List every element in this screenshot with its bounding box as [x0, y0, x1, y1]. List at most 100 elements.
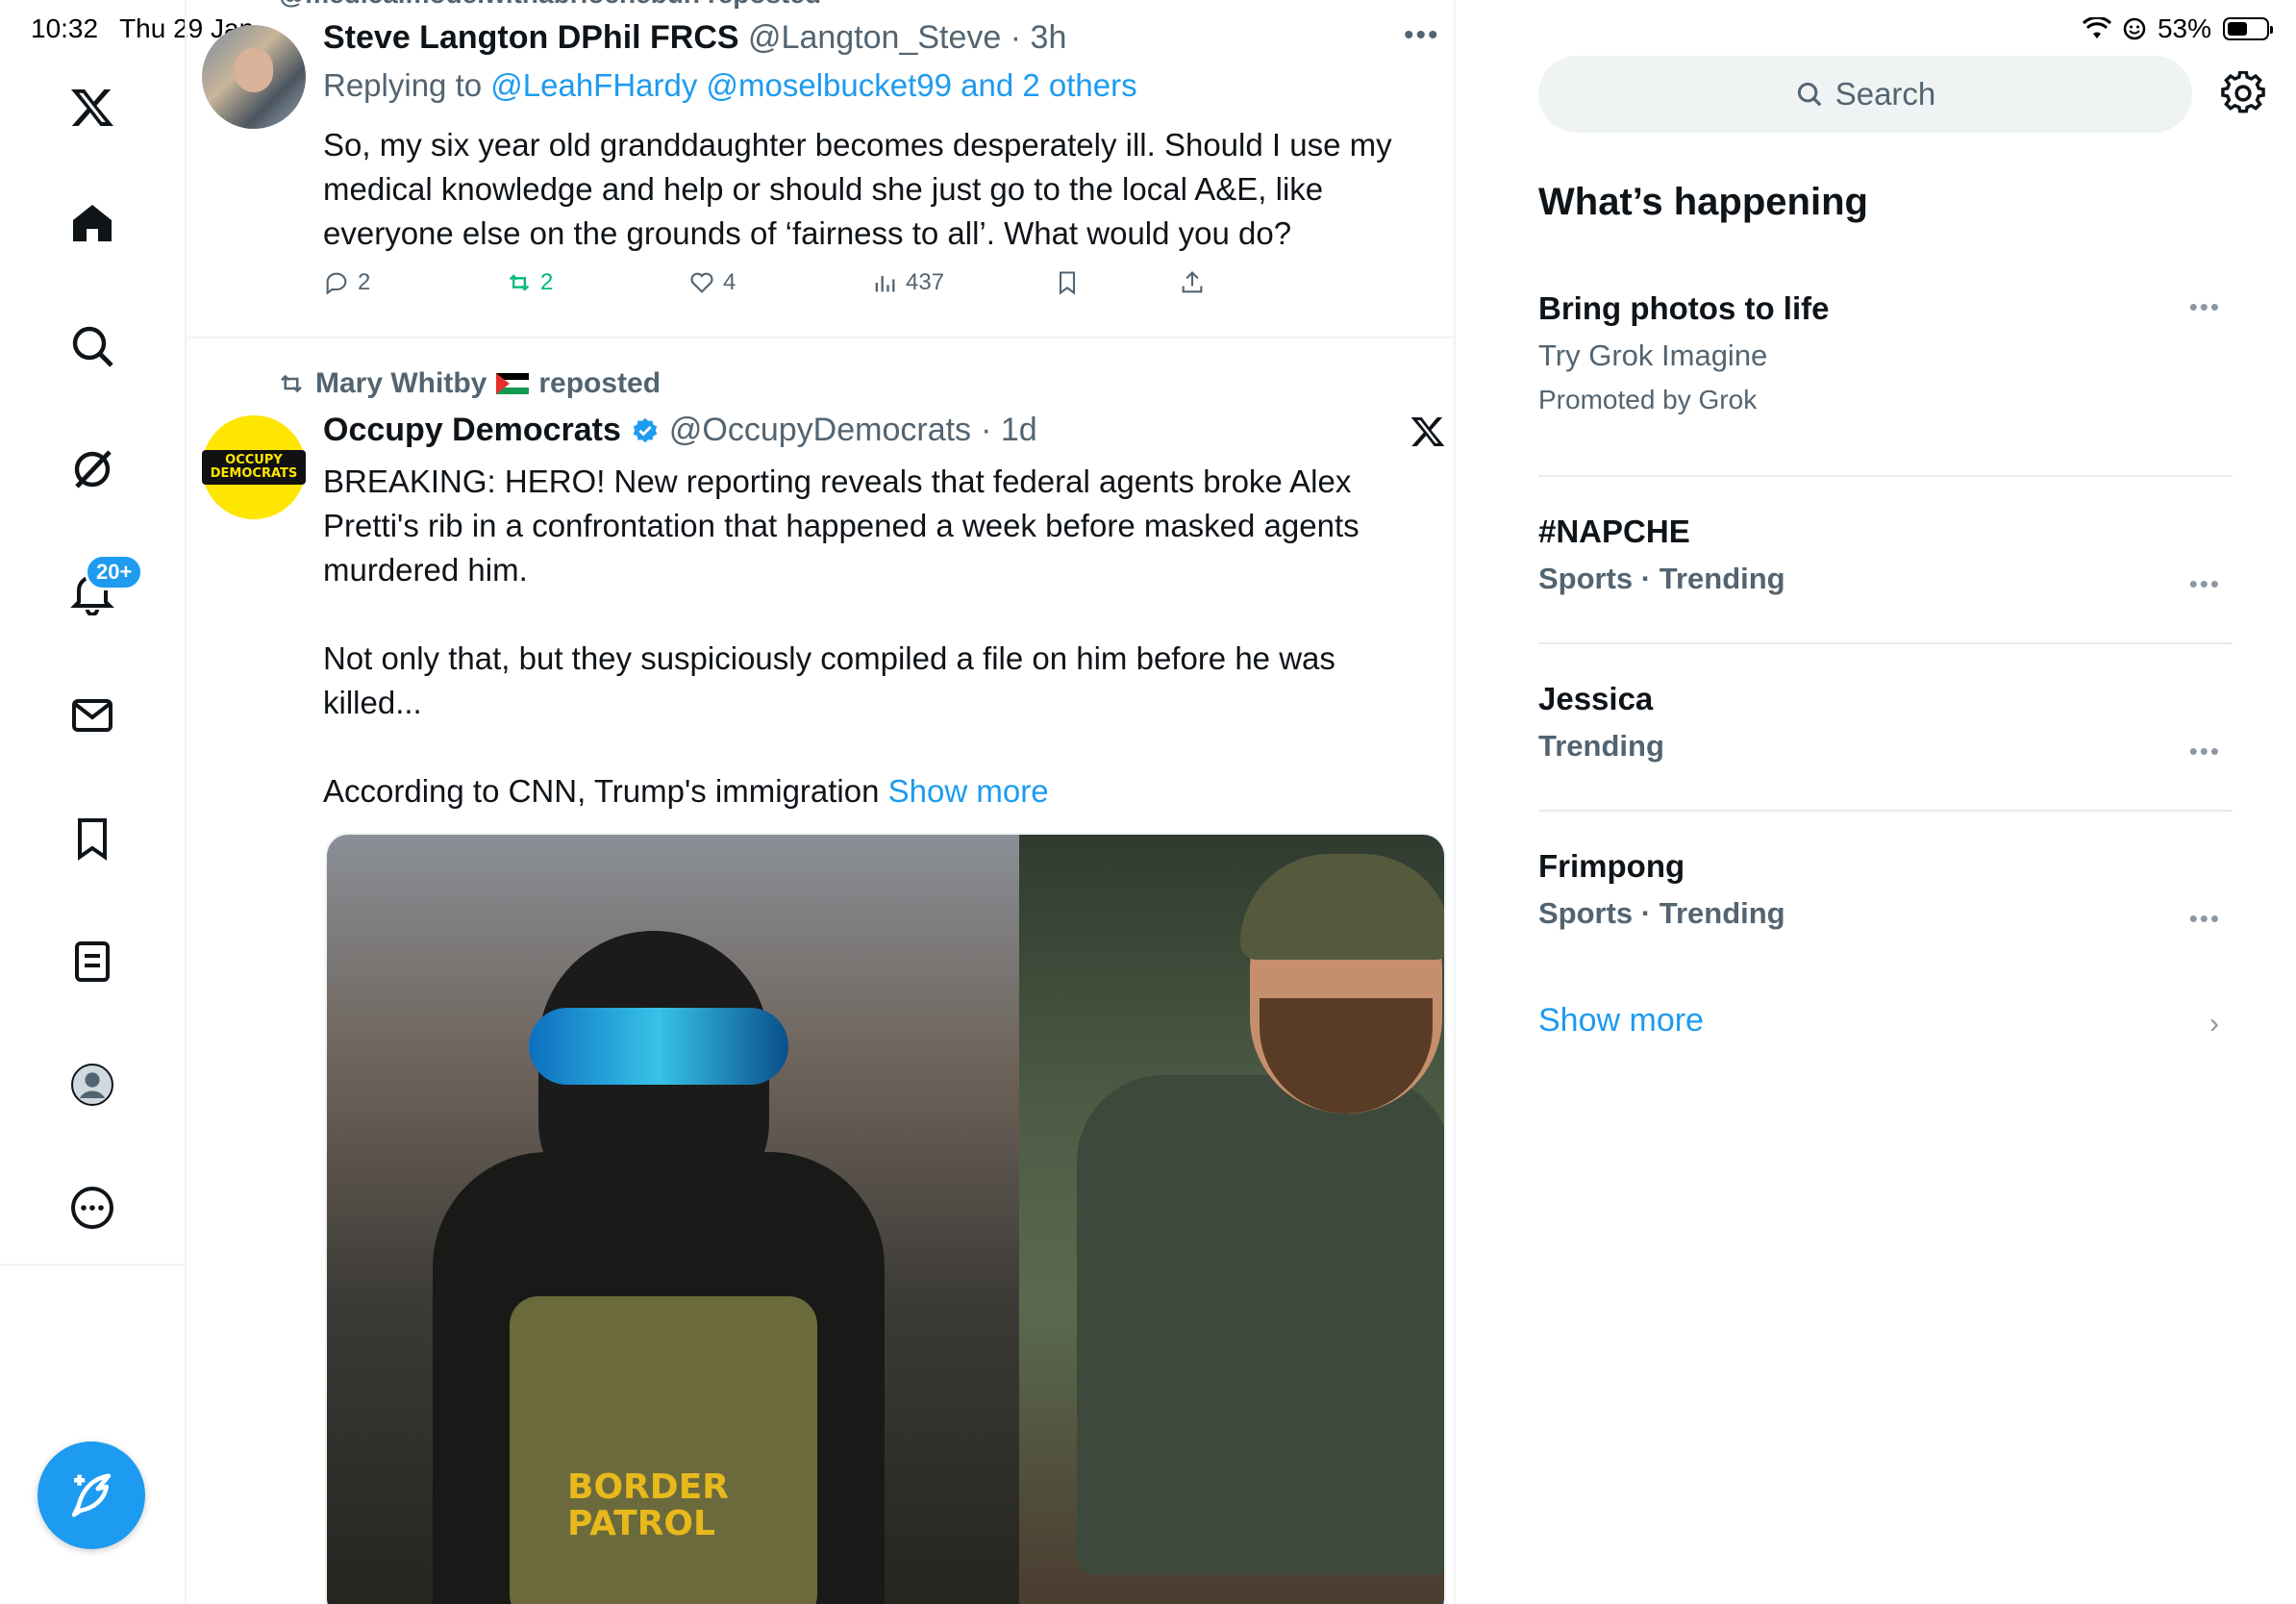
profile-avatar-icon[interactable] [62, 1054, 123, 1115]
views-chart-icon [875, 276, 895, 292]
top-repost-context: @medicalmodelwithabrioche​bun reposted [279, 0, 821, 10]
tweet1-time[interactable]: · 3h [1011, 19, 1067, 56]
wifi-icon [2082, 17, 2111, 38]
tweet2-body: BREAKING: HERO! New reporting reveals th… [323, 464, 1360, 809]
views-button[interactable]: 437 [871, 269, 944, 296]
messages-envelope-icon[interactable] [62, 685, 123, 746]
replying-to-links[interactable]: @LeahFHardy @moselbucket99 and 2 others [490, 67, 1136, 103]
battery-fill [2228, 22, 2248, 36]
like-count: 4 [723, 269, 736, 295]
trend-subtitle: Sports · Trending [1538, 896, 1785, 930]
reply-icon [326, 272, 347, 295]
trend-divider [1538, 642, 2233, 644]
reposted-label: reposted [538, 367, 661, 399]
trend-item-frimpong[interactable]: Frimpong Sports · Trending ••• [1538, 848, 2233, 934]
bookmark-button[interactable] [1054, 269, 1081, 296]
trend-title: Bring photos to life [1538, 290, 1830, 326]
nav-divider [0, 1264, 185, 1266]
trend-title: #NAPCHE [1538, 514, 1690, 549]
tweet2-header: Occupy Democrats @OccupyDemocrats · 1d [323, 412, 1037, 449]
repost-count: 2 [540, 269, 554, 295]
palestine-flag-icon [496, 373, 530, 394]
tweet2-show-more-link[interactable]: Show more [888, 773, 1049, 809]
tweet1-actions: 2 2 4 437 [323, 269, 1246, 308]
agent-goggles [529, 1008, 788, 1085]
bookmark-icon [1059, 271, 1076, 295]
trend-subtitle: Trending [1538, 729, 1664, 763]
trend-promoted-by: Promoted by Grok [1538, 385, 1758, 414]
tweet1-replying-to: Replying to @LeahFHardy @moselbucket99 a… [323, 67, 1137, 104]
trend-more-icon[interactable]: ••• [2189, 292, 2221, 322]
search-input[interactable]: Search [1538, 56, 2192, 133]
tweet2-time[interactable]: · 1d [981, 412, 1037, 449]
replying-prefix: Replying to [323, 67, 491, 103]
repost-button[interactable]: 2 [506, 269, 553, 296]
focus-smile-icon [2123, 17, 2146, 40]
tweet1-more-icon[interactable]: ••• [1404, 19, 1440, 52]
reply-button[interactable]: 2 [323, 269, 370, 296]
like-button[interactable]: 4 [688, 269, 736, 296]
timeline[interactable]: @medicalmodelwithabrioche​bun reposted S… [187, 0, 1456, 1604]
agent-vest [510, 1296, 817, 1604]
compose-post-button[interactable] [37, 1441, 145, 1549]
tweet1-handle[interactable]: @Langton_Steve [748, 19, 1001, 56]
home-icon[interactable] [62, 192, 123, 254]
whats-happening-title: What’s happening [1538, 181, 1868, 223]
x-menu-icon[interactable] [1410, 414, 1446, 450]
tweet2-author-name[interactable]: Occupy Democrats [323, 412, 621, 449]
trend-title: Jessica [1538, 681, 1654, 716]
tweet1-header: Steve Langton DPhil FRCS @Langton_Steve … [323, 19, 1066, 57]
notifications-badge: 20+ [85, 554, 144, 590]
trend-subtitle: Try Grok Imagine [1538, 338, 1768, 372]
trend-subtitle: Sports · Trending [1538, 562, 1785, 595]
tweet2-repost-context: Mary Whitby reposted [277, 367, 661, 400]
trend-more-icon[interactable]: ••• [2189, 904, 2221, 934]
occupy-democrats-logo: OCCUPY DEMOCRATS [202, 450, 306, 485]
left-navigation: 20+ [0, 0, 187, 1604]
tweet1-avatar[interactable] [202, 25, 306, 129]
more-options-icon[interactable] [62, 1177, 123, 1239]
compose-feather-icon [71, 1473, 112, 1517]
settings-gear-icon[interactable] [2221, 71, 2265, 115]
repost-icon [509, 274, 530, 291]
trend-divider [1538, 475, 2233, 477]
trend-title: Frimpong [1538, 848, 1685, 884]
hiker-body [1077, 1075, 1444, 1575]
vest-border-patrol-text: BORDER PATROL [567, 1467, 729, 1543]
trend-item-grok[interactable]: Bring photos to life Try Grok Imagine Pr… [1538, 290, 2233, 415]
views-count: 437 [906, 269, 945, 295]
tweet1-author-name[interactable]: Steve Langton DPhil FRCS [323, 19, 739, 56]
trends-show-more-link[interactable]: Show more [1538, 1002, 1704, 1040]
tweet-divider [187, 337, 1454, 338]
search-icon[interactable] [62, 315, 123, 377]
media-image-hiker[interactable] [1019, 835, 1444, 1604]
share-icon [1182, 271, 1203, 293]
lists-icon[interactable] [62, 931, 123, 992]
trend-divider [1538, 810, 2233, 812]
trend-more-icon[interactable]: ••• [2189, 737, 2221, 766]
heart-icon [690, 272, 713, 293]
tweet1-text: So, my six year old granddaughter become… [323, 127, 1392, 251]
tweet2-text: BREAKING: HERO! New reporting reveals th… [323, 460, 1429, 814]
chevron-right-icon: › [2209, 1008, 2219, 1040]
verified-badge-icon [633, 417, 658, 442]
trend-item-napche[interactable]: #NAPCHE Sports · Trending ••• [1538, 514, 2233, 599]
tweet2-avatar[interactable]: OCCUPY DEMOCRATS [202, 415, 306, 519]
battery-percent: 53% [2157, 13, 2211, 43]
tweet2-media[interactable]: BORDER PATROL [325, 833, 1446, 1604]
trend-item-jessica[interactable]: Jessica Trending ••• [1538, 681, 2233, 766]
grok-icon[interactable] [62, 439, 123, 500]
status-bar-right: 53% [2082, 13, 2273, 44]
search-placeholder: Search [1834, 76, 1936, 112]
x-logo-icon[interactable] [62, 77, 123, 138]
trend-more-icon[interactable]: ••• [2189, 569, 2221, 599]
bookmarks-icon[interactable] [62, 808, 123, 869]
search-icon [1797, 82, 1822, 107]
repost-icon [281, 374, 302, 393]
reply-count: 2 [358, 269, 371, 295]
media-image-agent[interactable]: BORDER PATROL [327, 835, 1019, 1604]
reposter-name[interactable]: Mary Whitby [315, 367, 487, 400]
tweet2-handle[interactable]: @OccupyDemocrats [669, 412, 971, 449]
hiker-beanie [1240, 854, 1444, 960]
share-button[interactable] [1179, 269, 1206, 296]
